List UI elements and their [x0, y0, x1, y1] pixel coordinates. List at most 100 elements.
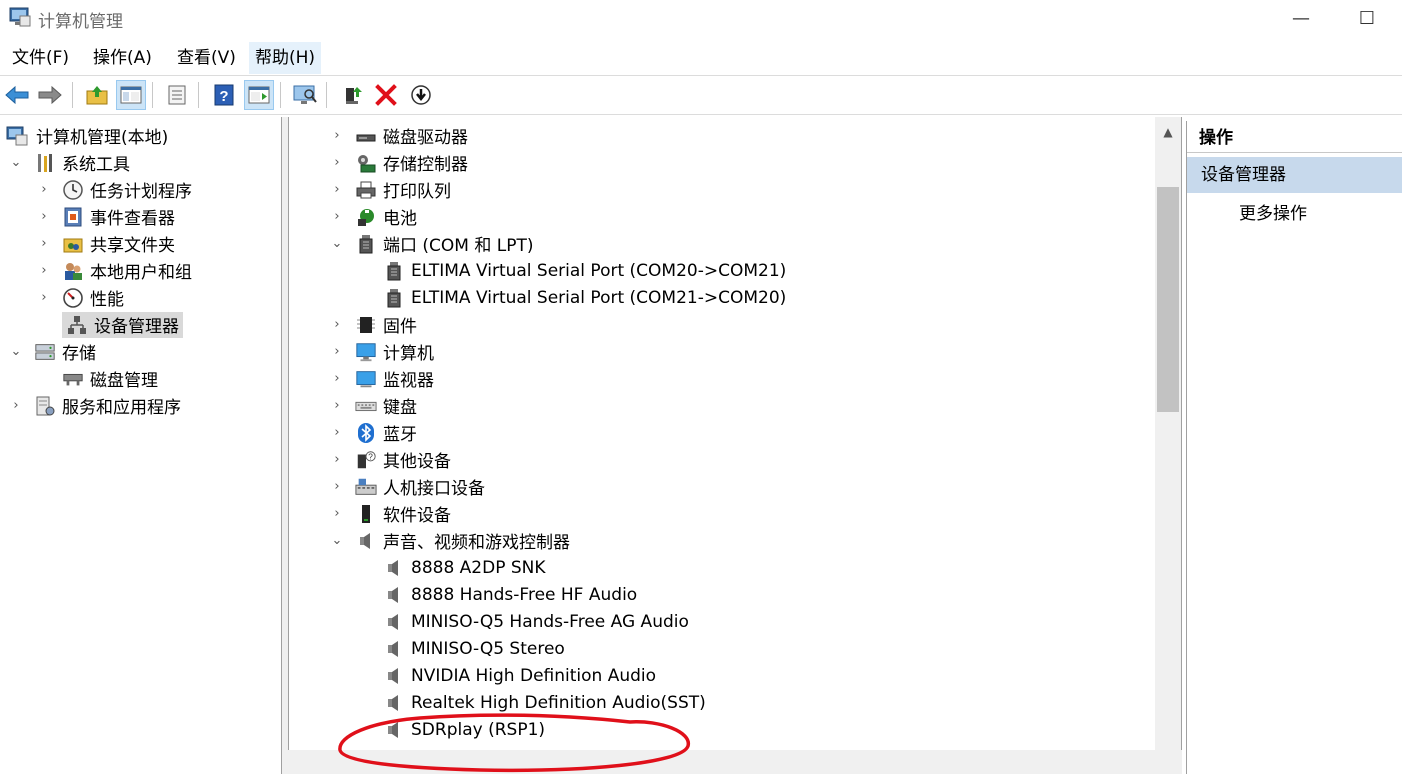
show-hide-console-tree-button[interactable]	[116, 80, 146, 110]
chevron-right-icon[interactable]: ›	[329, 425, 345, 441]
chevron-right-icon[interactable]: ›	[329, 344, 345, 360]
device-category-firmware[interactable]: › 固件	[329, 311, 417, 338]
device-sdrplay-rsp1[interactable]: SDRplay (RSP1)	[357, 716, 545, 743]
actions-section-device-manager[interactable]: 设备管理器	[1187, 157, 1402, 193]
tree-item-label: 性能	[90, 290, 124, 310]
device-category-print-queues[interactable]: › 打印队列	[329, 176, 451, 203]
scan-hardware-button[interactable]	[290, 80, 320, 110]
tree-item-performance[interactable]: › 性能	[36, 284, 124, 311]
maximize-button[interactable]: ☐	[1344, 4, 1390, 34]
tree-item-storage[interactable]: ⌄ 存储	[8, 338, 96, 365]
device-label: Realtek High Definition Audio(SST)	[411, 692, 706, 713]
chevron-right-icon[interactable]: ›	[329, 398, 345, 414]
menu-help[interactable]: 帮助(H)	[249, 42, 322, 74]
up-level-button[interactable]	[82, 80, 112, 110]
chevron-right-icon[interactable]: ›	[329, 317, 345, 333]
chevron-right-icon[interactable]: ›	[329, 209, 345, 225]
device-realtek-hd-audio[interactable]: Realtek High Definition Audio(SST)	[357, 689, 706, 716]
chevron-down-icon[interactable]: ⌄	[8, 344, 24, 360]
chevron-down-icon[interactable]: ⌄	[329, 236, 345, 252]
chevron-right-icon[interactable]: ›	[329, 182, 345, 198]
disable-device-button[interactable]	[406, 80, 436, 110]
menu-action[interactable]: 操作(A)	[87, 42, 158, 74]
other-devices-icon: ?	[355, 449, 377, 471]
chevron-right-icon[interactable]: ›	[329, 128, 345, 144]
update-driver-button[interactable]	[338, 80, 368, 110]
action-pane-icon	[248, 86, 270, 104]
device-category-batteries[interactable]: › 电池	[329, 203, 417, 230]
tree-item-local-users[interactable]: › 本地用户和组	[36, 257, 192, 284]
menu-view[interactable]: 查看(V)	[171, 42, 242, 74]
uninstall-device-button[interactable]	[371, 80, 401, 110]
back-button[interactable]	[2, 80, 32, 110]
chevron-right-icon[interactable]: ›	[36, 236, 52, 252]
window-title: 计算机管理	[38, 12, 123, 32]
show-hide-action-pane-button[interactable]	[244, 80, 274, 110]
more-actions-link[interactable]: 更多操作	[1239, 199, 1307, 224]
tree-item-computer-management[interactable]: 计算机管理(本地)	[6, 122, 168, 149]
device-category-hid[interactable]: › 人机接口设备	[329, 473, 485, 500]
chevron-right-icon[interactable]: ›	[8, 398, 24, 414]
menu-file[interactable]: 文件(F)	[6, 42, 75, 74]
device-label: 电池	[383, 209, 417, 229]
device-category-storage-controllers[interactable]: › 存储控制器	[329, 149, 468, 176]
chevron-right-icon[interactable]: ›	[36, 209, 52, 225]
device-eltima-com20[interactable]: ELTIMA Virtual Serial Port (COM20->COM21…	[357, 257, 786, 284]
chevron-right-icon[interactable]: ›	[329, 155, 345, 171]
device-category-software-devices[interactable]: › 软件设备	[329, 500, 451, 527]
device-nvidia-hd-audio[interactable]: NVIDIA High Definition Audio	[357, 662, 656, 689]
tree-item-device-manager[interactable]: 设备管理器	[36, 311, 183, 338]
chevron-right-icon[interactable]: ›	[329, 479, 345, 495]
tree-item-event-viewer[interactable]: › 事件查看器	[36, 203, 175, 230]
tree-item-task-scheduler[interactable]: › 任务计划程序	[36, 176, 192, 203]
device-category-computer[interactable]: › 计算机	[329, 338, 434, 365]
device-8888-handsfree[interactable]: 8888 Hands-Free HF Audio	[357, 581, 637, 608]
console-tree-icon	[120, 86, 142, 104]
minimize-button[interactable]: —	[1278, 4, 1324, 34]
device-label: SDRplay (RSP1)	[411, 719, 546, 740]
device-miniso-stereo[interactable]: MINISO-Q5 Stereo	[357, 635, 565, 662]
device-category-disk-drives[interactable]: › 磁盘驱动器	[329, 122, 468, 149]
chevron-down-icon[interactable]: ⌄	[329, 533, 345, 549]
chevron-right-icon[interactable]: ›	[329, 506, 345, 522]
device-label: 磁盘驱动器	[383, 128, 468, 148]
tree-item-label: 设备管理器	[94, 317, 179, 337]
scrollbar-thumb[interactable]	[1157, 187, 1179, 412]
device-8888-a2dp[interactable]: 8888 A2DP SNK	[357, 554, 546, 581]
device-label: ELTIMA Virtual Serial Port (COM20->COM21…	[411, 260, 787, 281]
tree-item-services-apps[interactable]: › 服务和应用程序	[8, 392, 181, 419]
chevron-right-icon[interactable]: ›	[329, 452, 345, 468]
device-label: ELTIMA Virtual Serial Port (COM21->COM20…	[411, 287, 787, 308]
chevron-right-icon[interactable]: ›	[36, 182, 52, 198]
device-category-keyboards[interactable]: › 键盘	[329, 392, 417, 419]
chevron-down-icon[interactable]: ⌄	[8, 155, 24, 171]
storage-controller-icon	[355, 152, 377, 174]
chevron-right-icon[interactable]: ›	[329, 371, 345, 387]
device-category-sound[interactable]: ⌄ 声音、视频和游戏控制器	[329, 527, 570, 554]
help-button[interactable]: ?	[209, 80, 239, 110]
selection-highlight: 设备管理器	[62, 311, 183, 338]
device-eltima-com21[interactable]: ELTIMA Virtual Serial Port (COM21->COM20…	[357, 284, 786, 311]
properties-button[interactable]	[162, 80, 192, 110]
chevron-right-icon[interactable]: ›	[36, 290, 52, 306]
tree-item-system-tools[interactable]: ⌄ 系统工具	[8, 149, 130, 176]
device-category-other-devices[interactable]: › ? 其他设备	[329, 446, 451, 473]
device-miniso-handsfree[interactable]: MINISO-Q5 Hands-Free AG Audio	[357, 608, 689, 635]
tree-item-disk-management[interactable]: 磁盘管理	[36, 365, 158, 392]
folder-up-icon	[86, 86, 108, 105]
vertical-scrollbar[interactable]: ▲	[1155, 117, 1181, 750]
chevron-right-icon[interactable]: ›	[36, 263, 52, 279]
tree-item-shared-folders[interactable]: › 共享文件夹	[36, 230, 175, 257]
forward-button[interactable]	[35, 80, 65, 110]
properties-icon	[168, 85, 186, 105]
device-category-bluetooth[interactable]: › 蓝牙	[329, 419, 417, 446]
device-category-ports[interactable]: ⌄ 端口 (COM 和 LPT)	[329, 230, 534, 257]
speaker-icon	[355, 530, 377, 552]
device-category-monitors[interactable]: › 监视器	[329, 365, 434, 392]
users-icon	[62, 260, 84, 282]
shared-folder-icon	[62, 233, 84, 255]
scroll-up-icon[interactable]: ▲	[1155, 119, 1181, 145]
